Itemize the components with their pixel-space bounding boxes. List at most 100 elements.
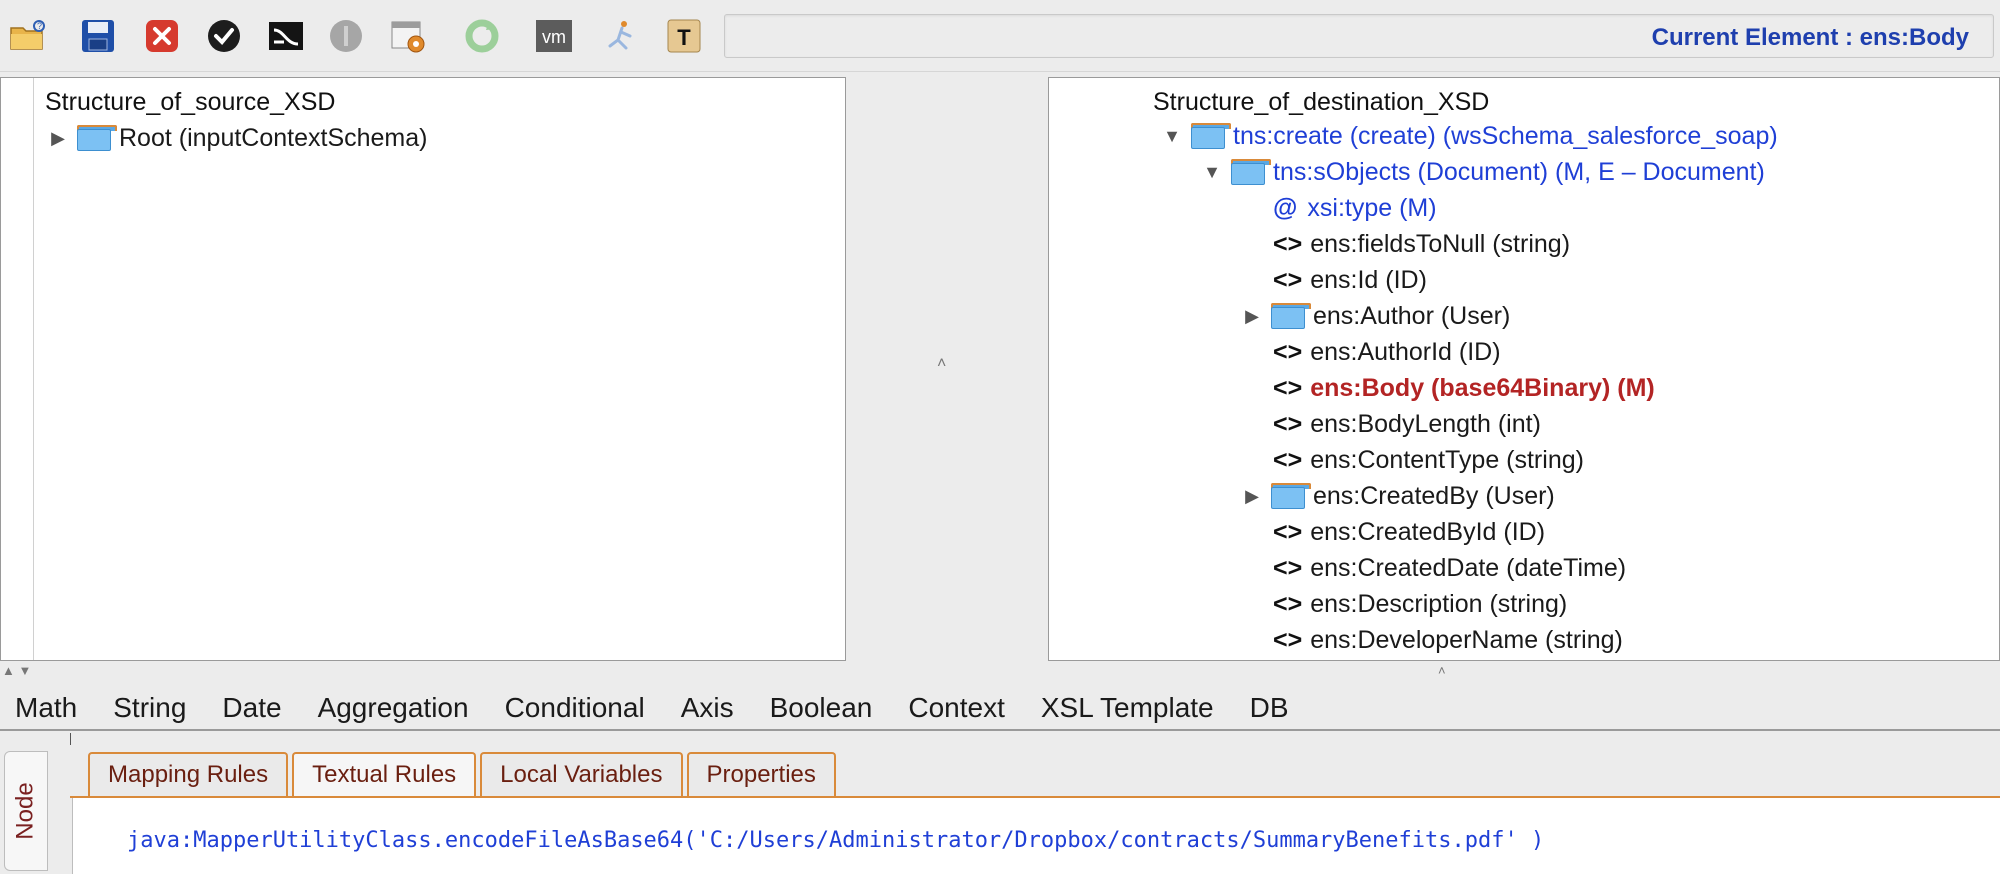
tree-node-tns-create[interactable]: ▼ tns:create (create) (wsSchema_salesfor…	[1159, 118, 1778, 154]
tree-node-label: ens:CreatedBy (User)	[1313, 481, 1555, 510]
tab-textual-rules[interactable]: Textual Rules	[292, 752, 477, 796]
tab-mapping-rules[interactable]: Mapping Rules	[88, 752, 289, 796]
tree-node-label: ens:BodyLength (int)	[1310, 409, 1541, 438]
tree-node-label: ens:DeveloperName (string)	[1310, 625, 1623, 654]
tree-node-developername[interactable]: <> ens:DeveloperName (string)	[1273, 622, 1623, 658]
collapse-arrow-icon[interactable]: ▼	[1159, 126, 1185, 147]
caret-up-icon: ˄	[1438, 663, 1446, 678]
rules-tab-bar: Mapping Rules Textual Rules Local Variab…	[88, 752, 840, 796]
destination-tree-header: Structure_of_destination_XSD	[1153, 88, 1490, 116]
splitter-arrows-icon[interactable]: ▲ ▼	[2, 663, 31, 678]
stop-icon[interactable]	[324, 14, 368, 58]
mapping-link-area	[846, 77, 1048, 661]
source-tree-header: Structure_of_source_XSD	[45, 88, 336, 116]
refresh-icon[interactable]	[460, 14, 504, 58]
tree-node-label: tns:sObjects (Document) (M, E – Document…	[1273, 157, 1765, 186]
element-icon: <>	[1273, 553, 1303, 582]
tree-node-createdbyid[interactable]: <> ens:CreatedById (ID)	[1273, 514, 1545, 550]
side-tab-label: Node	[12, 782, 39, 840]
element-icon: <>	[1273, 373, 1303, 402]
tree-node-description[interactable]: <> ens:Description (string)	[1273, 586, 1567, 622]
tree-node-label: ens:Id (ID)	[1310, 265, 1427, 294]
tree-node-label: ens:Author (User)	[1313, 301, 1511, 330]
menu-xsl-template[interactable]: XSL Template	[1041, 692, 1214, 724]
tree-node-bodylength[interactable]: <> ens:BodyLength (int)	[1273, 406, 1541, 442]
tree-node-fieldstonull[interactable]: <> ens:fieldsToNull (string)	[1273, 226, 1570, 262]
element-icon: <>	[1273, 445, 1303, 474]
tree-node-label: ens:ContentType (string)	[1310, 445, 1584, 474]
menu-db[interactable]: DB	[1250, 692, 1289, 724]
tree-node-contenttype[interactable]: <> ens:ContentType (string)	[1273, 442, 1584, 478]
tree-node-id[interactable]: <> ens:Id (ID)	[1273, 262, 1427, 298]
tree-node-label: ens:Body (base64Binary) (M)	[1310, 373, 1655, 402]
tree-node-createddate[interactable]: <> ens:CreatedDate (dateTime)	[1273, 550, 1626, 586]
menu-boolean[interactable]: Boolean	[770, 692, 873, 724]
current-element-label: Current Element : ens:Body	[1651, 24, 1969, 51]
tree-node-label: ens:CreatedById (ID)	[1310, 517, 1546, 546]
side-tab-strip: Node	[0, 733, 70, 874]
textual-rule-editor[interactable]: java:MapperUtilityClass.encodeFileAsBase…	[72, 798, 2000, 874]
element-icon: <>	[1273, 265, 1303, 294]
menu-string[interactable]: String	[113, 692, 186, 724]
tree-node-xsi-type[interactable]: @ xsi:type (M)	[1273, 190, 1437, 226]
caret-up-icon: ˄	[937, 355, 947, 372]
run-icon[interactable]	[600, 14, 644, 58]
expand-arrow-icon[interactable]: ▶	[1239, 306, 1265, 327]
menu-math[interactable]: Math	[15, 692, 77, 724]
collapse-arrow-icon[interactable]: ▼	[1199, 162, 1225, 183]
menu-aggregation[interactable]: Aggregation	[318, 692, 469, 724]
menu-axis[interactable]: Axis	[681, 692, 734, 724]
tree-node-authorid[interactable]: <> ens:AuthorId (ID)	[1273, 334, 1501, 370]
tab-properties[interactable]: Properties	[686, 752, 836, 796]
current-element-field: Current Element : ens:Body	[724, 14, 1994, 58]
element-icon: <>	[1273, 409, 1303, 438]
element-icon: <>	[1273, 517, 1303, 546]
attribute-icon: @	[1273, 193, 1298, 222]
folder-icon	[1271, 303, 1311, 329]
source-tree-gutter	[1, 78, 34, 660]
tree-node-label: xsi:type (M)	[1307, 193, 1437, 222]
source-root-label: Root (inputContextSchema)	[119, 123, 428, 152]
folder-icon	[77, 125, 117, 151]
horizontal-splitter[interactable]: ▲ ▼ ˄	[0, 661, 2000, 687]
tree-node-label: ens:Description (string)	[1310, 589, 1568, 618]
menu-conditional[interactable]: Conditional	[505, 692, 645, 724]
function-menu-bar: Math String Date Aggregation Conditional…	[0, 687, 2000, 731]
source-tree-panel: Structure_of_source_XSD ▶ Root (inputCon…	[0, 77, 846, 661]
source-root-node[interactable]: ▶ Root (inputContextSchema)	[45, 120, 427, 156]
folder-icon	[1191, 123, 1231, 149]
element-icon: <>	[1273, 589, 1303, 618]
divider	[70, 733, 71, 745]
tree-node-tns-sobjects[interactable]: ▼ tns:sObjects (Document) (M, E – Docume…	[1199, 154, 1765, 190]
save-icon[interactable]	[76, 14, 120, 58]
element-icon: <>	[1273, 337, 1303, 366]
vm-icon[interactable]: vm	[532, 14, 576, 58]
check-icon[interactable]	[202, 14, 246, 58]
svg-text:?: ?	[37, 21, 42, 31]
mapping-icon[interactable]	[264, 14, 308, 58]
close-icon[interactable]	[140, 14, 184, 58]
t-label: T	[677, 25, 691, 50]
side-tab-node[interactable]: Node	[4, 751, 48, 871]
settings-icon[interactable]	[386, 14, 430, 58]
text-icon[interactable]: T	[662, 14, 706, 58]
rule-expression[interactable]: java:MapperUtilityClass.encodeFileAsBase…	[127, 828, 1544, 853]
tree-node-label: ens:AuthorId (ID)	[1310, 337, 1501, 366]
menu-context[interactable]: Context	[908, 692, 1005, 724]
tab-local-variables[interactable]: Local Variables	[480, 752, 683, 796]
tree-node-label: ens:CreatedDate (dateTime)	[1310, 553, 1627, 582]
tree-node-createdby[interactable]: ▶ ens:CreatedBy (User)	[1239, 478, 1555, 514]
open-folder-icon[interactable]: ?	[6, 14, 50, 58]
tree-node-body[interactable]: <> ens:Body (base64Binary) (M)	[1273, 370, 1655, 406]
tree-node-author[interactable]: ▶ ens:Author (User)	[1239, 298, 1510, 334]
element-icon: <>	[1273, 625, 1303, 654]
tree-node-label: tns:create (create) (wsSchema_salesforce…	[1233, 121, 1778, 150]
folder-icon	[1231, 159, 1271, 185]
folder-icon	[1271, 483, 1311, 509]
tree-node-label: ens:fieldsToNull (string)	[1310, 229, 1571, 258]
expand-arrow-icon[interactable]: ▶	[1239, 486, 1265, 507]
vm-label: vm	[542, 27, 566, 47]
toolbar: ? vm T Current Element : ens:Body	[0, 0, 2000, 72]
menu-date[interactable]: Date	[222, 692, 281, 724]
expand-arrow-icon[interactable]: ▶	[45, 128, 71, 149]
